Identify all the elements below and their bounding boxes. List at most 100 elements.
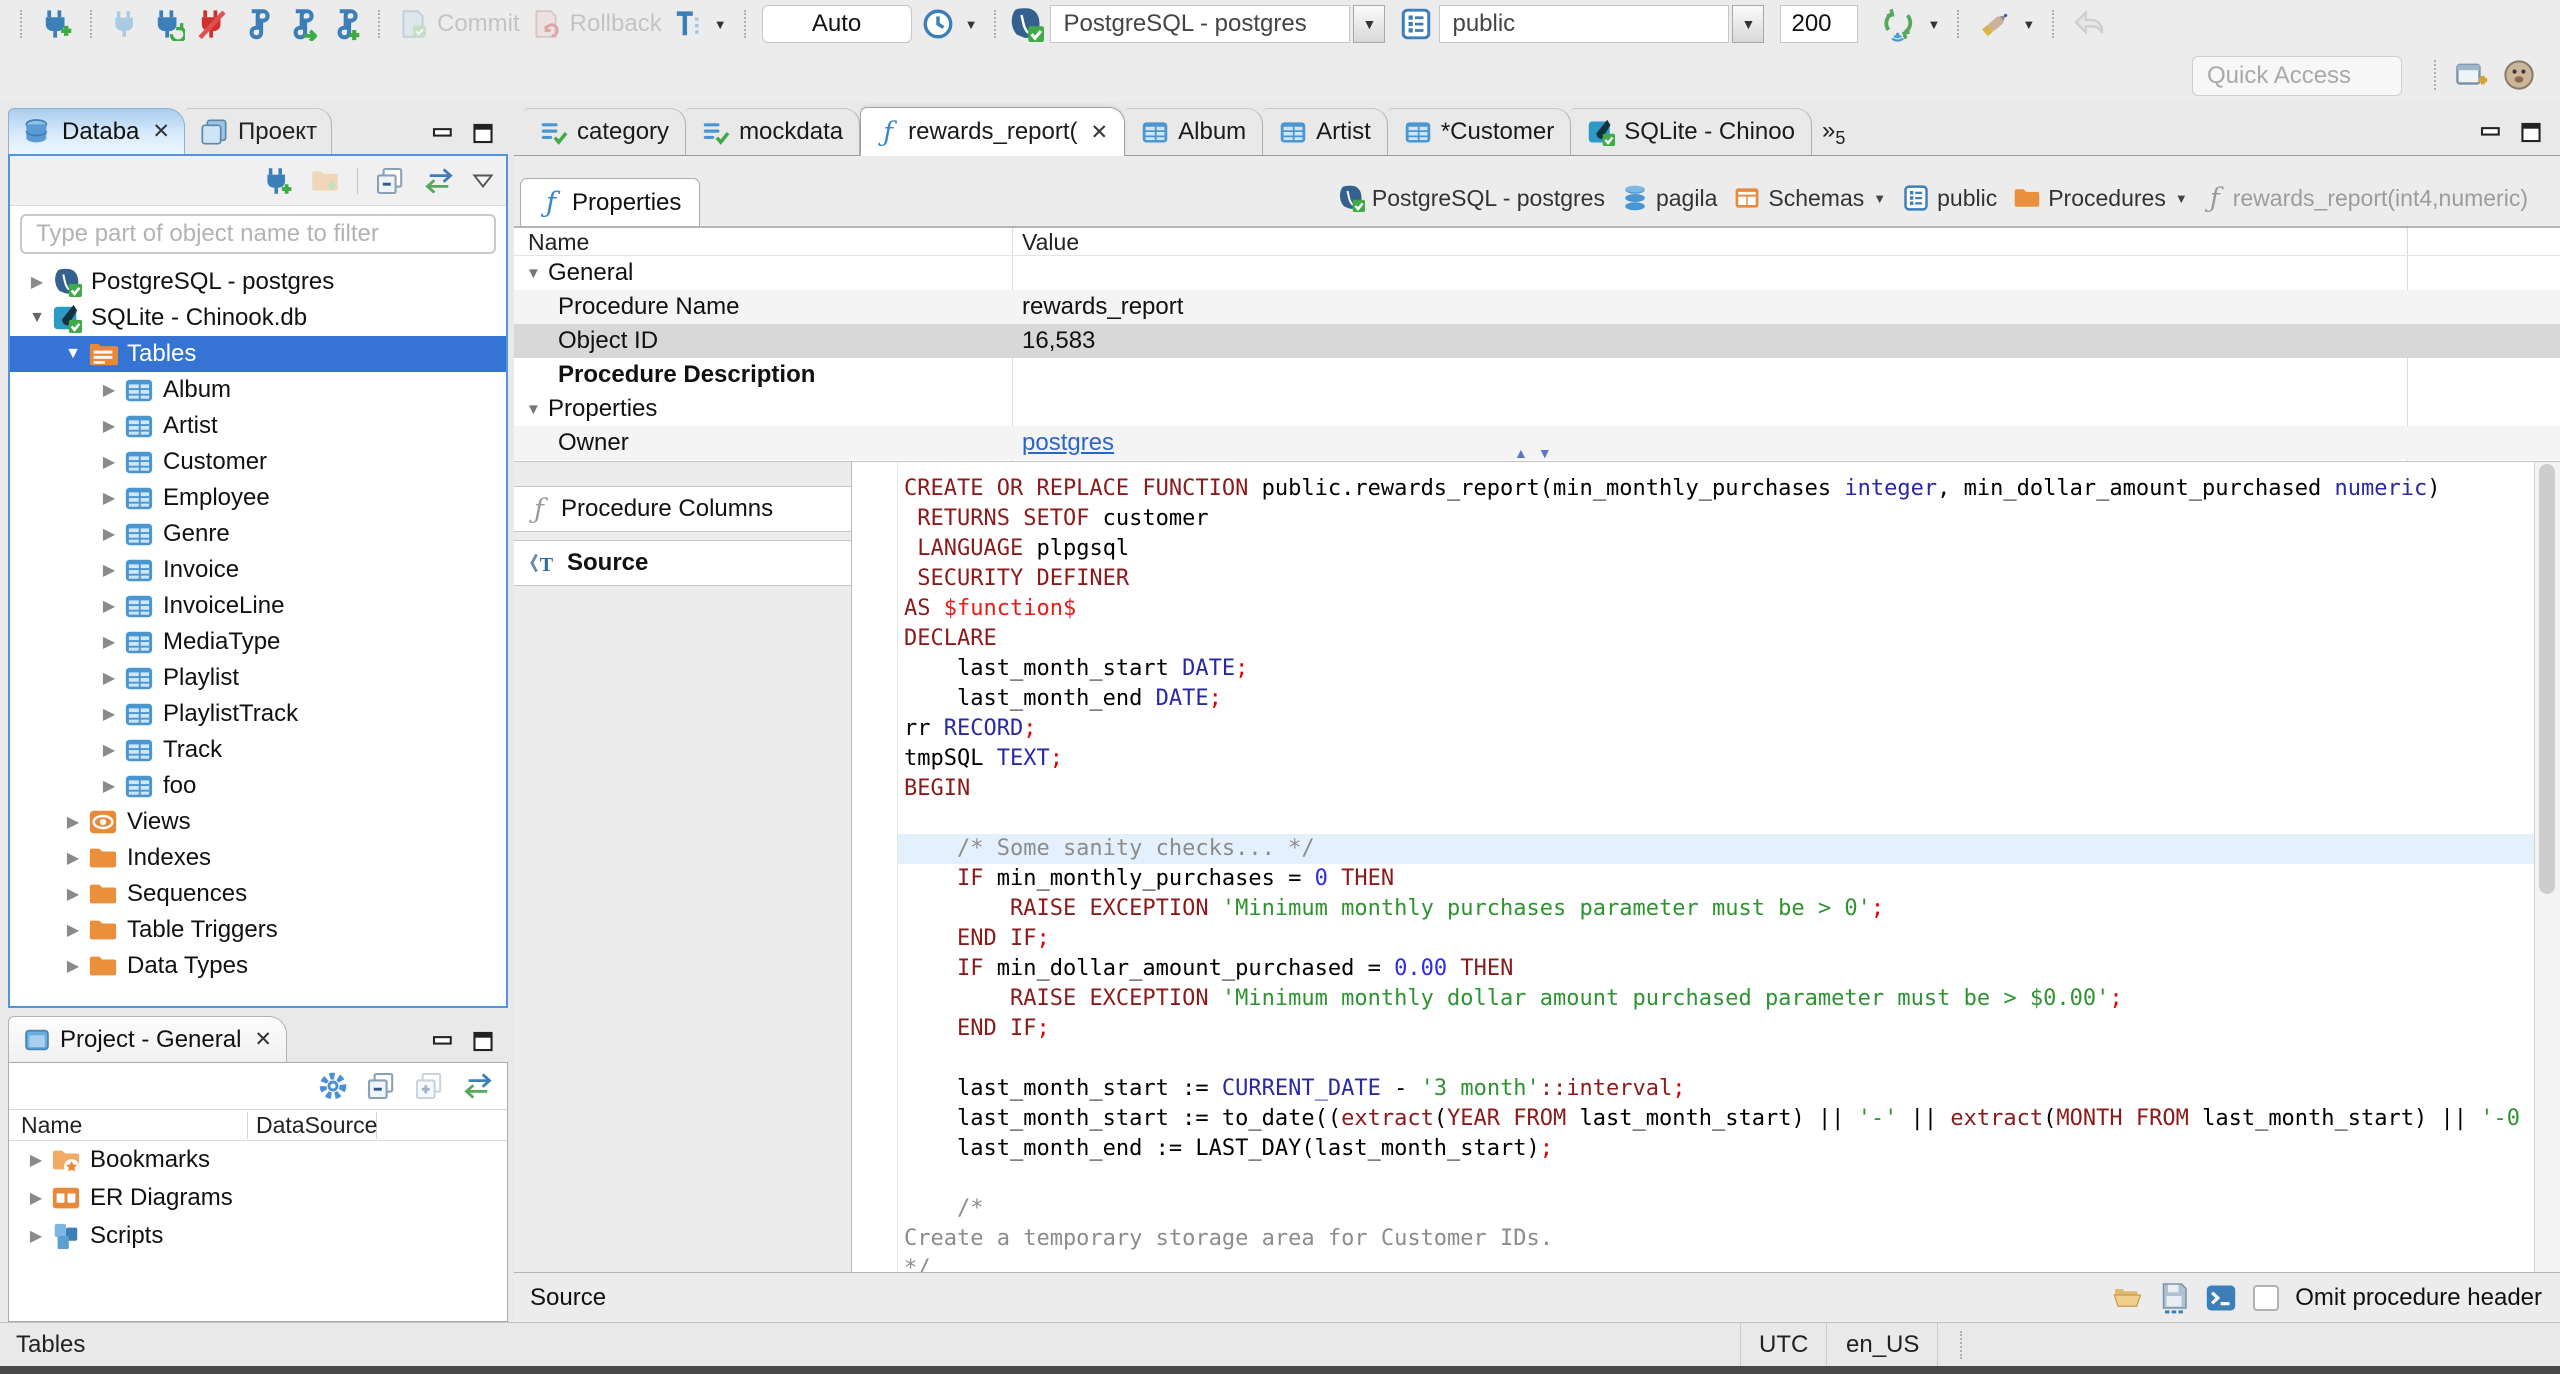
sash-collapse-arrows[interactable]: ▲ ▼	[1514, 445, 1552, 461]
maximize-editor-button[interactable]	[2516, 119, 2546, 145]
new-connection-button[interactable]	[34, 3, 78, 45]
tab-properties[interactable]: ƒ Properties	[520, 178, 701, 226]
tree-item-employee[interactable]: ▶ Employee	[10, 480, 506, 516]
expand-all-icon[interactable]	[413, 1070, 445, 1102]
chevron-down-icon[interactable]: ▼	[526, 401, 546, 418]
editor-tab-customer[interactable]: *Customer	[1387, 108, 1572, 155]
status-timezone[interactable]: UTC	[1740, 1323, 1828, 1366]
tab-overflow-chevron[interactable]: »5	[1812, 117, 1855, 155]
chevron-right-icon[interactable]: ▶	[94, 488, 124, 508]
property-row-procedure-name[interactable]: Procedure Name rewards_report	[514, 290, 2560, 324]
vertical-scrollbar[interactable]	[2534, 462, 2560, 1272]
breadcrumb-item-procedures[interactable]: Procedures ▼	[2009, 184, 2192, 212]
chevron-right-icon[interactable]: ▶	[94, 380, 124, 400]
chevron-right-icon[interactable]: ▶	[58, 884, 88, 904]
commit-mode-combo[interactable]: Auto	[761, 5, 912, 43]
tree-item-playlist[interactable]: ▶ Playlist	[10, 660, 506, 696]
save-icon[interactable]	[2159, 1281, 2189, 1314]
transaction-mode-button[interactable]: ▼	[667, 3, 732, 45]
link-with-editor-icon[interactable]	[422, 166, 456, 196]
tab-database-navigator[interactable]: Databa ✕	[8, 108, 185, 154]
minimize-view-button[interactable]	[428, 120, 458, 146]
project-item-scripts[interactable]: ▶ Scripts	[9, 1217, 507, 1255]
dbeaver-perspective-icon[interactable]	[2502, 58, 2536, 92]
minimize-view-button[interactable]	[428, 1028, 458, 1054]
chevron-right-icon[interactable]: ▶	[94, 776, 124, 796]
editor-tab-mockdata[interactable]: mockdata	[686, 108, 861, 155]
breadcrumb-item-rewards-report-int4-numeric[interactable]: ƒ rewards_report(int4,numeric)	[2200, 183, 2532, 214]
omit-header-checkbox[interactable]	[2253, 1284, 2280, 1311]
tree-item-invoiceline[interactable]: ▶ InvoiceLine	[10, 588, 506, 624]
open-file-icon[interactable]	[2111, 1283, 2143, 1313]
breadcrumb-item-postgresql-postgres[interactable]: PostgreSQL - postgres	[1333, 184, 1609, 212]
disconnect-button[interactable]	[190, 3, 234, 45]
status-locale[interactable]: en_US	[1828, 1323, 1939, 1366]
chevron-right-icon[interactable]: ▶	[94, 452, 124, 472]
chevron-right-icon[interactable]: ▶	[58, 956, 88, 976]
chevron-right-icon[interactable]: ▶	[94, 632, 124, 652]
tree-item-customer[interactable]: ▶ Customer	[10, 444, 506, 480]
tree-item-mediatype[interactable]: ▶ MediaType	[10, 624, 506, 660]
chevron-right-icon[interactable]: ▶	[94, 416, 124, 436]
property-row-general[interactable]: ▼ General	[514, 256, 2560, 290]
chevron-right-icon[interactable]: ▶	[21, 1188, 51, 1208]
chevron-right-icon[interactable]: ▶	[94, 704, 124, 724]
maximize-view-button[interactable]	[468, 1028, 498, 1054]
tree-item-invoice[interactable]: ▶ Invoice	[10, 552, 506, 588]
transaction-log-button[interactable]: ▼	[916, 3, 983, 45]
tree-item-table-triggers[interactable]: ▶ Table Triggers	[10, 912, 506, 948]
editor-tab-category[interactable]: category	[524, 108, 687, 155]
reconnect-button[interactable]	[146, 3, 190, 45]
project-item-bookmarks[interactable]: ▶ Bookmarks	[9, 1141, 507, 1179]
property-row-properties[interactable]: ▼ Properties	[514, 392, 2560, 426]
chevron-right-icon[interactable]: ▶	[94, 524, 124, 544]
breadcrumb-item-public[interactable]: public	[1898, 184, 2001, 212]
tab-project-general[interactable]: Project - General ✕	[8, 1016, 288, 1062]
quick-access-input[interactable]: Quick Access	[2192, 56, 2402, 96]
tree-item-tables[interactable]: ▼ Tables	[10, 336, 506, 372]
tree-item-genre[interactable]: ▶ Genre	[10, 516, 506, 552]
property-row-procedure-description[interactable]: Procedure Description	[514, 358, 2560, 392]
link-with-editor-icon[interactable]	[461, 1071, 495, 1101]
column-value[interactable]: Value	[1022, 229, 1079, 256]
chevron-right-icon[interactable]: ▶	[21, 1150, 51, 1170]
tree-item-artist[interactable]: ▶ Artist	[10, 408, 506, 444]
column-name[interactable]: Name	[528, 229, 589, 256]
collapse-down-icon[interactable]: ▼	[1538, 445, 1552, 461]
chevron-down-icon[interactable]: ▼	[22, 309, 52, 327]
editor-page-source[interactable]: T Source	[514, 540, 851, 586]
sql-editor-new-button[interactable]	[322, 3, 366, 45]
collapse-all-icon[interactable]	[365, 1070, 397, 1102]
tree-item-album[interactable]: ▶ Album	[10, 372, 506, 408]
persist-terminal-icon[interactable]	[2205, 1282, 2237, 1314]
tree-item-postgresql-postgres[interactable]: ▶ PostgreSQL - postgres	[10, 264, 506, 300]
editor-tab-rewards-report[interactable]: ƒ rewards_report(✕	[860, 107, 1126, 156]
property-value-link[interactable]: postgres	[1022, 429, 1114, 457]
view-menu-icon[interactable]	[472, 173, 494, 189]
tab-projects[interactable]: Проект	[185, 108, 333, 154]
close-icon[interactable]: ✕	[152, 119, 170, 144]
sql-source-editor[interactable]: CREATE OR REPLACE FUNCTION public.reward…	[898, 462, 2534, 1272]
gear-icon[interactable]	[317, 1070, 349, 1102]
scrollbar-thumb[interactable]	[2539, 464, 2555, 894]
active-schema-combo[interactable]: public	[1439, 5, 1730, 43]
close-icon[interactable]: ✕	[254, 1027, 272, 1052]
tree-item-foo[interactable]: ▶ foo	[10, 768, 506, 804]
connect-button[interactable]	[104, 3, 146, 45]
auto-refresh-button[interactable]: ▼	[1874, 3, 1945, 45]
breadcrumb-item-pagila[interactable]: pagila	[1617, 184, 1721, 212]
sql-editor-recent-button[interactable]	[278, 3, 322, 45]
minimize-editor-button[interactable]	[2476, 119, 2506, 145]
editor-page-procedure-columns[interactable]: ƒ Procedure Columns	[514, 486, 851, 532]
commit-button[interactable]: Commit	[392, 3, 525, 45]
tree-item-sqlite-chinook-db[interactable]: ▼ SQLite - Chinook.db	[10, 300, 506, 336]
sql-editor-button[interactable]	[234, 3, 278, 45]
connection-dropdown-button[interactable]: ▼	[1353, 5, 1386, 43]
chevron-right-icon[interactable]: ▶	[94, 668, 124, 688]
collapse-up-icon[interactable]: ▲	[1514, 445, 1528, 461]
chevron-down-icon[interactable]: ▼	[58, 345, 88, 363]
tree-item-sequences[interactable]: ▶ Sequences	[10, 876, 506, 912]
tree-item-playlisttrack[interactable]: ▶ PlaylistTrack	[10, 696, 506, 732]
active-connection-combo[interactable]: PostgreSQL - postgres	[1050, 5, 1351, 43]
rollback-button[interactable]: Rollback	[525, 3, 667, 45]
